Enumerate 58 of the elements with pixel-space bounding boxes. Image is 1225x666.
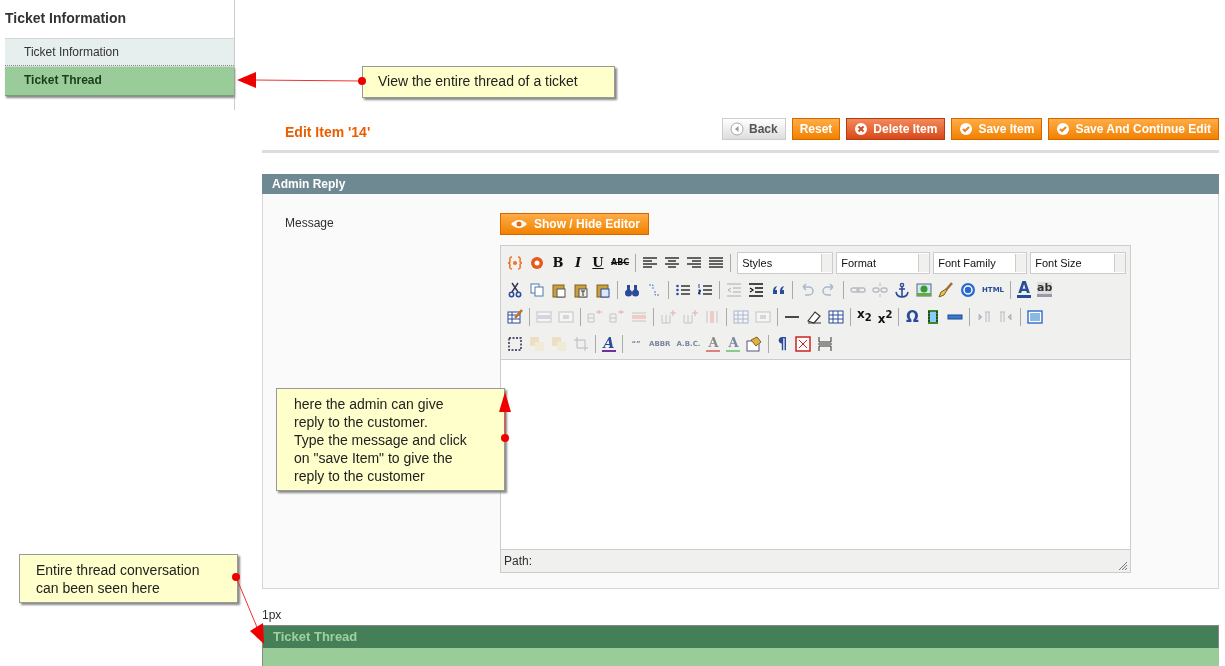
braces-icon[interactable] [507, 254, 523, 271]
section-header: Ticket Thread [262, 625, 1219, 648]
gear-icon[interactable] [529, 254, 545, 271]
copy-icon[interactable] [529, 281, 545, 298]
attributes-icon[interactable] [746, 335, 763, 352]
superscript-icon[interactable]: x$^{2}$ [877, 306, 893, 327]
table-pencil-icon[interactable] [507, 308, 523, 325]
callout-note: View the entire thread of a ticket [362, 66, 615, 98]
align-left-icon[interactable] [642, 254, 659, 271]
window-icon[interactable] [1027, 308, 1044, 325]
nonbreaking-icon[interactable] [795, 335, 812, 352]
eye-icon [511, 219, 527, 229]
anchor-icon[interactable] [894, 281, 910, 298]
page-title: Edit Item '14' [284, 123, 371, 140]
x-circle-icon [854, 122, 869, 136]
clipboard-icon[interactable] [573, 281, 589, 298]
indent-icon[interactable] [748, 281, 764, 298]
callout-note: here the admin can give reply to the customer. Type the message and click on "save Item" to give the reply to the customer [276, 388, 505, 491]
spacer-text: 1px [262, 608, 283, 623]
callout-note: Entire thread conversation can been seen here [19, 554, 238, 603]
button[interactable]: Back [722, 118, 786, 140]
help-icon[interactable] [960, 281, 976, 298]
callout-arrow [499, 392, 511, 442]
scissors-icon[interactable] [507, 281, 523, 298]
editor-dropdown[interactable]: Styles [737, 251, 834, 274]
resize-grip-icon[interactable] [1118, 561, 1128, 571]
italic-icon[interactable]: I [571, 254, 585, 271]
bold-icon[interactable]: B [551, 254, 565, 271]
sidebar-tab[interactable]: Ticket Information [5, 38, 234, 66]
callout-arrow [232, 573, 264, 644]
path-label: Path: [504, 554, 533, 568]
symbol-icon[interactable]: Ω [905, 308, 920, 325]
symbol-icon[interactable]: ¶ [775, 335, 790, 352]
replace-icon[interactable] [646, 281, 662, 298]
underline-icon[interactable]: U [591, 254, 605, 271]
field-label: Message [285, 215, 335, 230]
brush-icon[interactable] [938, 281, 954, 298]
editor-dropdown[interactable]: Font Family [933, 251, 1028, 274]
page-break-icon[interactable] [817, 335, 834, 352]
clipboard-icon[interactable] [551, 281, 567, 298]
numbered-list-icon[interactable] [697, 281, 713, 298]
align-right-icon[interactable] [686, 254, 703, 271]
section-header: Admin Reply [262, 174, 1219, 194]
check-circle-icon [959, 122, 974, 136]
clipboard-icon[interactable] [595, 281, 611, 298]
picture-frame-icon[interactable] [916, 281, 932, 298]
table-grid-icon[interactable] [828, 308, 844, 325]
sidebar-tab[interactable]: Ticket Thread [5, 66, 234, 96]
strikethrough-icon[interactable]: ABC [611, 254, 630, 271]
editor-dropdown[interactable]: Format [836, 251, 931, 274]
check-circle-icon [1056, 122, 1071, 136]
subscript-icon[interactable]: x$_{2}$ [857, 306, 872, 327]
highlight-color-icon[interactable]: ab [1037, 282, 1053, 297]
sidebar-title: Ticket Information [5, 9, 128, 28]
editor-dropdown[interactable]: Font Size [1030, 251, 1127, 274]
justify-icon[interactable] [708, 254, 725, 271]
align-center-icon[interactable] [664, 254, 681, 271]
dashed-square-icon[interactable] [507, 335, 523, 352]
